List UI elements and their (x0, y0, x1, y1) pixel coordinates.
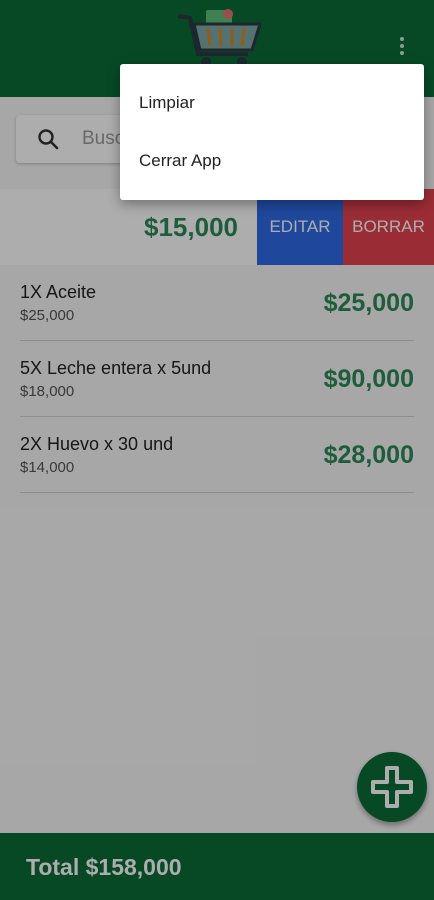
overflow-menu: Limpiar Cerrar App (120, 64, 424, 200)
menu-item-cerrar-app[interactable]: Cerrar App (120, 132, 424, 190)
menu-item-limpiar[interactable]: Limpiar (120, 74, 424, 132)
